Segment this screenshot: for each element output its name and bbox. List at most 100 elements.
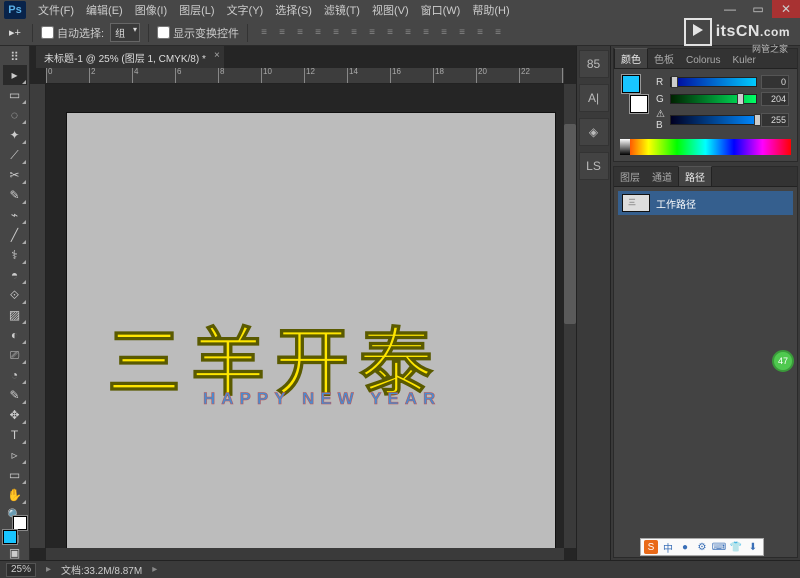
align-icon[interactable]: ≡ [292, 25, 308, 41]
panel-tab[interactable]: 路径 [678, 166, 712, 186]
panel-tab[interactable]: 色板 [648, 49, 680, 68]
align-icon[interactable]: ≡ [490, 25, 506, 41]
window-controls: — ▭ ✕ [716, 0, 800, 18]
horizontal-scrollbar[interactable] [46, 548, 564, 560]
tool-button[interactable]: ▸ [3, 65, 27, 85]
tool-button[interactable]: ◐ [3, 325, 27, 345]
align-icon[interactable]: ≡ [382, 25, 398, 41]
path-thumbnail [622, 194, 650, 212]
close-button[interactable]: ✕ [772, 0, 800, 18]
tool-button[interactable]: ✎ [3, 185, 27, 205]
maximize-button[interactable]: ▭ [744, 0, 772, 18]
color-spectrum[interactable] [620, 139, 791, 155]
zoom-field[interactable]: 25% [6, 563, 36, 577]
align-icon[interactable]: ≡ [328, 25, 344, 41]
b-slider[interactable]: ⚠ B255 [656, 109, 789, 131]
vertical-scrollbar[interactable] [564, 84, 576, 548]
path-item[interactable]: 工作路径 [618, 191, 793, 215]
tool-button[interactable]: ▹ [3, 445, 27, 465]
tool-grip[interactable]: ⠿ [3, 50, 27, 64]
ime-toolbar[interactable]: S中●⚙⌨👕⬇ [640, 538, 764, 556]
watermark-sub: 网管之家 [752, 42, 788, 55]
minimize-button[interactable]: — [716, 0, 744, 18]
align-icon[interactable]: ≡ [418, 25, 434, 41]
ime-icon[interactable]: 中 [661, 540, 675, 554]
menu-item[interactable]: 帮助(H) [466, 0, 515, 20]
tool-button[interactable]: ◔ [3, 365, 27, 385]
tool-button[interactable]: ◓ [3, 265, 27, 285]
ime-icon[interactable]: ⬇ [746, 540, 760, 554]
auto-select-checkbox[interactable]: 自动选择: [41, 25, 104, 41]
panel-tab[interactable]: Kuler [726, 53, 761, 68]
show-transform-checkbox[interactable]: 显示变换控件 [157, 25, 239, 41]
app-logo: Ps [4, 1, 26, 19]
menu-item[interactable]: 视图(V) [366, 0, 415, 20]
tool-button[interactable]: ◌ [3, 105, 27, 125]
canvas-viewport[interactable]: 三羊开泰 HAPPY NEW YEAR [46, 84, 564, 548]
tool-button[interactable]: T [3, 425, 27, 445]
tool-button[interactable]: ⚕ [3, 245, 27, 265]
panel-swatches[interactable] [622, 75, 648, 113]
screenmode-icon[interactable]: ▣ [3, 546, 27, 560]
align-icon[interactable]: ≡ [436, 25, 452, 41]
menu-item[interactable]: 图像(I) [129, 0, 173, 20]
panel-tab[interactable]: 颜色 [614, 48, 648, 68]
tool-button[interactable]: ⟋ [3, 145, 27, 165]
tool-button[interactable]: ⌁ [3, 205, 27, 225]
float-badge[interactable]: 47 [772, 350, 794, 372]
panel-strip-icon[interactable]: LS [583, 156, 605, 176]
align-icon[interactable]: ≡ [256, 25, 272, 41]
tool-button[interactable]: ▭ [3, 465, 27, 485]
ime-icon[interactable]: ⚙ [695, 540, 709, 554]
background-swatch[interactable] [13, 516, 27, 530]
tool-button[interactable]: ▨ [3, 305, 27, 325]
tool-button[interactable]: ✂ [3, 165, 27, 185]
document-area: 未标题-1 @ 25% (图层 1, CMYK/8) *× 0246810121… [30, 46, 576, 560]
align-icon[interactable]: ≡ [310, 25, 326, 41]
tool-button[interactable]: ✎ [3, 385, 27, 405]
artwork-subtext: HAPPY NEW YEAR [203, 389, 441, 409]
panel-tab[interactable]: 通道 [646, 167, 678, 186]
align-icon[interactable]: ≡ [454, 25, 470, 41]
ime-icon[interactable]: S [644, 540, 658, 554]
ruler-vertical [30, 84, 46, 548]
menu-item[interactable]: 选择(S) [269, 0, 318, 20]
tool-button[interactable]: ✋ [3, 485, 27, 505]
paths-panel: 图层通道路径 工作路径 [613, 166, 798, 558]
menu-item[interactable]: 图层(L) [173, 0, 220, 20]
document-tab[interactable]: 未标题-1 @ 25% (图层 1, CMYK/8) *× [36, 46, 224, 68]
canvas[interactable]: 三羊开泰 HAPPY NEW YEAR [66, 112, 556, 548]
r-slider[interactable]: R0 [656, 75, 789, 89]
g-slider[interactable]: G204 [656, 92, 789, 106]
menu-bar: Ps 文件(F)编辑(E)图像(I)图层(L)文字(Y)选择(S)滤镜(T)视图… [0, 0, 800, 20]
menu-item[interactable]: 滤镜(T) [318, 0, 366, 20]
align-icon[interactable]: ≡ [472, 25, 488, 41]
panel-strip-icon[interactable]: ◈ [583, 122, 605, 142]
ime-icon[interactable]: ⌨ [712, 540, 726, 554]
ime-icon[interactable]: ● [678, 540, 692, 554]
align-icon[interactable]: ≡ [400, 25, 416, 41]
align-icon[interactable]: ≡ [274, 25, 290, 41]
panel-tab[interactable]: Colorus [680, 53, 726, 68]
tool-button[interactable]: ⟐ [3, 285, 27, 305]
align-icon[interactable]: ≡ [346, 25, 362, 41]
tool-button[interactable]: ✥ [3, 405, 27, 425]
panel-tab[interactable]: 图层 [614, 167, 646, 186]
tool-button[interactable]: ✦ [3, 125, 27, 145]
menu-item[interactable]: 窗口(W) [415, 0, 467, 20]
close-icon[interactable]: × [214, 50, 220, 61]
foreground-swatch[interactable] [3, 530, 17, 544]
auto-select-dropdown[interactable]: 组 [110, 23, 140, 42]
ime-icon[interactable]: 👕 [729, 540, 743, 554]
menu-item[interactable]: 编辑(E) [80, 0, 129, 20]
panels-column: 颜色色板ColorusKuler R0 G204 ⚠ B255 图层通道路径 工… [610, 46, 800, 560]
options-bar: ▸+ 自动选择: 组 显示变换控件 ≡≡≡≡≡≡≡≡≡≡≡≡≡≡ [0, 20, 800, 46]
menu-item[interactable]: 文字(Y) [221, 0, 270, 20]
tool-button[interactable]: ⎚ [3, 345, 27, 365]
panel-strip-icon[interactable]: 85 [583, 54, 605, 74]
align-icon[interactable]: ≡ [364, 25, 380, 41]
tool-button[interactable]: ▭ [3, 85, 27, 105]
tool-button[interactable]: ╱ [3, 225, 27, 245]
panel-strip-icon[interactable]: A| [583, 88, 605, 108]
menu-item[interactable]: 文件(F) [32, 0, 80, 20]
